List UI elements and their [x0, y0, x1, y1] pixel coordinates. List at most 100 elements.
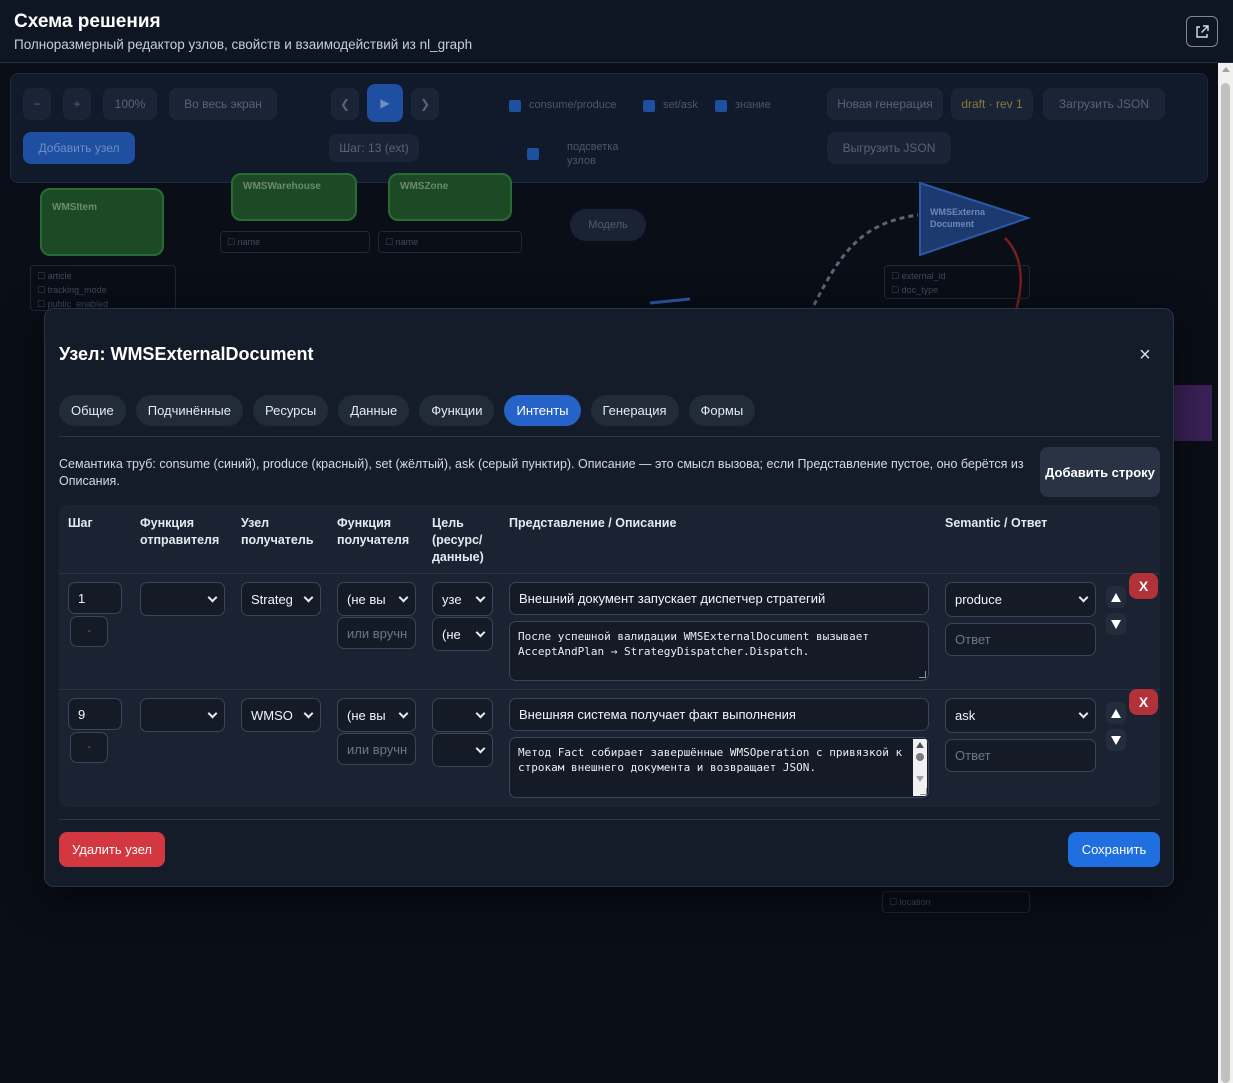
- receiver-node-select[interactable]: WMSO: [241, 698, 321, 732]
- page-scrollbar[interactable]: [1218, 63, 1233, 1083]
- move-down-button[interactable]: [1106, 729, 1126, 751]
- chevron-down-icon: [303, 708, 314, 718]
- receiver-function-select[interactable]: (не вы: [337, 698, 416, 732]
- column-header-representation: Представление / Описание: [509, 516, 677, 530]
- description-textarea[interactable]: Метод Fact собирает завершённые WMSOpera…: [509, 737, 929, 798]
- select-value: (не вы: [347, 591, 386, 607]
- tab-resources[interactable]: Ресурсы: [253, 395, 329, 426]
- chevron-down-icon: [303, 592, 314, 602]
- node-edit-modal: Узел: WMSExternalDocument × Общие Подчин…: [44, 308, 1174, 887]
- sender-function-select[interactable]: [140, 582, 225, 616]
- receiver-function-manual-input[interactable]: или вручн: [337, 617, 416, 649]
- modal-tabs: Общие Подчинённые Ресурсы Данные Функции…: [59, 395, 756, 426]
- column-header-semantic: Semantic / Ответ: [945, 516, 1048, 530]
- save-button[interactable]: Сохранить: [1068, 832, 1160, 867]
- tab-forms[interactable]: Формы: [688, 395, 756, 426]
- scroll-thumb[interactable]: [1221, 83, 1230, 1083]
- substep-input[interactable]: -: [70, 616, 108, 647]
- target-select[interactable]: [432, 698, 493, 732]
- scroll-up-arrow-icon[interactable]: [1222, 67, 1230, 72]
- page-subtitle: Полноразмерный редактор узлов, свойств и…: [14, 37, 473, 52]
- receiver-function-select[interactable]: (не вы: [337, 582, 416, 616]
- scroll-down-arrow-icon[interactable]: [916, 776, 924, 782]
- move-up-button[interactable]: [1106, 586, 1126, 608]
- tab-children[interactable]: Подчинённые: [135, 395, 243, 426]
- move-down-button[interactable]: [1106, 613, 1126, 635]
- target-select[interactable]: узе: [432, 582, 493, 616]
- substep-input[interactable]: -: [70, 732, 108, 763]
- tab-general[interactable]: Общие: [59, 395, 126, 426]
- select-value: (не вы: [347, 707, 386, 723]
- prop-row: ☐ location: [889, 897, 931, 907]
- select-value: узе: [442, 591, 462, 607]
- chevron-down-icon: [475, 708, 486, 718]
- receiver-function-manual-input[interactable]: или вручн: [337, 733, 416, 765]
- add-row-button[interactable]: Добавить строку: [1040, 447, 1160, 497]
- delete-node-button[interactable]: Удалить узел: [59, 832, 165, 867]
- column-header-receiver-function: Функция получателя: [337, 516, 410, 547]
- intents-table: Шаг Функция отправителя Узел получатель …: [59, 505, 1160, 807]
- close-icon[interactable]: ×: [1135, 344, 1155, 366]
- arrow-up-icon: [1111, 592, 1121, 602]
- scroll-thumb[interactable]: [916, 753, 924, 761]
- arrow-up-icon: [1111, 708, 1121, 718]
- representation-input[interactable]: Внешний документ запускает диспетчер стр…: [509, 582, 929, 615]
- resize-handle-icon[interactable]: [920, 788, 927, 795]
- description-text: Метод Fact собирает завершённые WMSOpera…: [518, 746, 903, 774]
- column-header-sender-function: Функция отправителя: [140, 516, 220, 547]
- select-value: (не: [442, 626, 461, 642]
- step-input[interactable]: 9: [68, 698, 122, 730]
- svg-text:WMSExterna: WMSExterna: [930, 207, 986, 217]
- chevron-down-icon: [207, 592, 218, 602]
- pipe-semantics-hint: Семантика труб: consume (синий), produce…: [59, 457, 1024, 488]
- external-link-icon: [1196, 24, 1209, 38]
- column-header-step: Шаг: [68, 516, 93, 530]
- prop-row: ☐ external_id: [891, 271, 946, 281]
- select-value: Strateg: [251, 591, 293, 607]
- representation-input[interactable]: Внешняя система получает факт выполнения: [509, 698, 929, 731]
- delete-row-button[interactable]: X: [1129, 689, 1158, 715]
- tab-generation[interactable]: Генерация: [590, 395, 679, 426]
- resize-handle-icon[interactable]: [919, 671, 926, 678]
- target-data-select[interactable]: [432, 733, 493, 767]
- chevron-down-icon: [207, 708, 218, 718]
- tab-intents[interactable]: Интенты: [504, 395, 581, 426]
- chevron-down-icon: [398, 708, 409, 718]
- delete-row-button[interactable]: X: [1129, 573, 1158, 599]
- description-textarea[interactable]: После успешной валидации WMSExternalDocu…: [509, 621, 929, 681]
- svg-text:Document: Document: [930, 219, 974, 229]
- target-data-select[interactable]: (не: [432, 617, 493, 651]
- step-input[interactable]: 1: [68, 582, 122, 614]
- chevron-down-icon: [475, 592, 486, 602]
- column-header-receiver-node: Узел получатель: [241, 516, 314, 547]
- move-up-button[interactable]: [1106, 702, 1126, 724]
- arrow-down-icon: [1111, 735, 1121, 745]
- select-value: ask: [955, 708, 976, 723]
- divider: [59, 819, 1160, 820]
- semantic-select[interactable]: produce: [945, 582, 1096, 617]
- scroll-up-arrow-icon[interactable]: [916, 742, 924, 748]
- answer-input[interactable]: Ответ: [945, 739, 1096, 772]
- description-text: После успешной валидации WMSExternalDocu…: [518, 630, 869, 658]
- open-external-button[interactable]: [1186, 16, 1218, 47]
- answer-input[interactable]: Ответ: [945, 623, 1096, 656]
- prop-row: ☐ doc_type: [891, 285, 939, 295]
- divider: [59, 436, 1160, 437]
- modal-title: Узел: WMSExternalDocument: [59, 344, 314, 364]
- tab-functions[interactable]: Функции: [419, 395, 495, 426]
- page-title: Схема решения: [14, 11, 161, 32]
- column-header-target: Цель (ресурс/ данные): [432, 516, 484, 564]
- chevron-down-icon: [1078, 592, 1089, 603]
- chevron-down-icon: [475, 627, 486, 637]
- chevron-down-icon: [1078, 708, 1089, 719]
- node-external-document-props: ☐ external_id ☐ doc_type: [884, 265, 1030, 299]
- semantic-select[interactable]: ask: [945, 698, 1096, 733]
- arrow-down-icon: [1111, 619, 1121, 629]
- receiver-node-select[interactable]: Strateg: [241, 582, 321, 616]
- chevron-down-icon: [475, 743, 486, 753]
- select-value: WMSO: [251, 707, 293, 723]
- divider: [59, 689, 1160, 690]
- app-header: Схема решения Полноразмерный редактор уз…: [0, 0, 1233, 63]
- tab-data[interactable]: Данные: [338, 395, 410, 426]
- sender-function-select[interactable]: [140, 698, 225, 732]
